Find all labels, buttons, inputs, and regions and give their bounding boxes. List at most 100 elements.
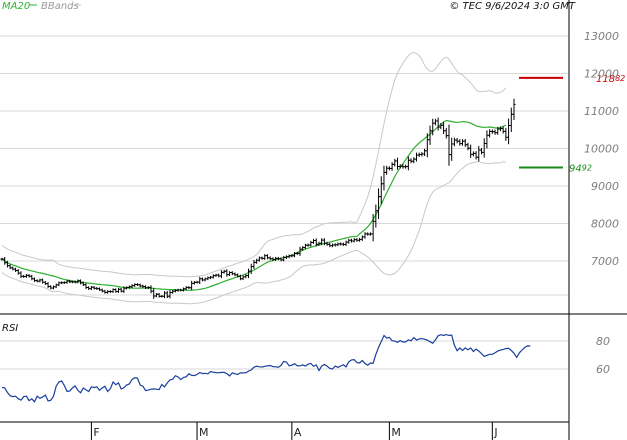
ohlc-bar: [49, 285, 53, 290]
ohlc-bar: [450, 137, 454, 161]
ohlc-bar: [149, 285, 153, 294]
ohlc-bar: [225, 269, 229, 277]
ohlc-bar: [447, 124, 451, 166]
ohlc-bar: [30, 274, 34, 281]
ohlc-bar: [452, 137, 457, 147]
ohlc-bar: [406, 156, 410, 171]
rsi-axis-labels: 60 80: [596, 335, 610, 376]
ohlc-bar: [8, 264, 12, 270]
ohlc-bar: [24, 274, 28, 278]
copyright-timestamp: © TEC 9/6/2024 3:0 GMT: [449, 1, 576, 12]
ohlc-bar: [114, 288, 118, 293]
ohlc-bar: [241, 275, 245, 281]
ohlc-bar: [11, 266, 15, 271]
ohlc-bars: [0, 98, 516, 299]
ohlc-bar: [263, 254, 267, 260]
ohlc-bar: [54, 283, 58, 289]
ohlc-bar: [311, 238, 316, 244]
ohlc-bar: [458, 139, 462, 146]
ohlc-bar: [444, 127, 448, 139]
ohlc-bar: [13, 267, 18, 272]
ohlc-bar: [433, 118, 438, 126]
ohlc-bar: [41, 278, 45, 284]
ohlc-bar: [46, 282, 50, 289]
ohlc-bar: [200, 277, 205, 282]
ohlc-bar: [230, 271, 234, 276]
ohlc-bar: [360, 235, 364, 241]
ohlc-bar: [412, 157, 416, 164]
legend-bbands: BBands: [41, 1, 79, 12]
ohlc-bar: [469, 144, 473, 159]
ohlc-bar: [97, 287, 102, 292]
price-tick-label: 8000: [591, 218, 619, 231]
ohlc-bar: [111, 288, 115, 293]
ohlc-bar: [152, 288, 156, 299]
month-label: M: [391, 426, 401, 439]
price-tick-label: 9000: [591, 180, 619, 193]
ohlc-bar: [51, 285, 56, 290]
ohlc-bar: [347, 238, 351, 244]
ohlc-bar: [485, 130, 489, 149]
ohlc-bar: [479, 148, 484, 155]
ohlc-bar: [32, 277, 37, 282]
ohlc-bar: [103, 289, 107, 294]
stock-chart: 11882 9492 70008000900010000110001200013…: [0, 0, 627, 440]
ohlc-bar: [385, 165, 389, 175]
ohlc-bar: [382, 165, 386, 191]
ohlc-bar: [92, 285, 96, 290]
ohlc-bar: [190, 280, 194, 291]
month-axis-labels: FMAMJ: [90, 422, 498, 440]
ohlc-bar: [38, 278, 42, 283]
ohlc-bar: [87, 286, 91, 290]
ohlc-bar: [463, 139, 467, 147]
ohlc-bar: [219, 270, 224, 279]
ohlc-bar: [133, 283, 137, 287]
ohlc-bar: [414, 152, 419, 162]
ohlc-bar: [119, 287, 123, 293]
ohlc-bar: [471, 151, 475, 157]
price-axis-labels: 7000 8000 9000 10000 11000 12000 13000: [584, 30, 619, 268]
ohlc-bar: [363, 232, 367, 239]
ohlc-bar: [206, 276, 210, 281]
ohlc-bar: [138, 283, 142, 288]
ohlc-bar: [379, 176, 383, 205]
price-tick-label: 13000: [584, 30, 619, 43]
ohlc-bar: [501, 126, 505, 134]
bollinger-upper-band: [1, 51, 507, 278]
ohlc-bar: [493, 129, 497, 135]
month-label: F: [93, 426, 99, 439]
ohlc-bar: [352, 238, 356, 243]
ohlc-bar: [393, 158, 397, 167]
ohlc-bar: [16, 269, 20, 275]
month-label: M: [199, 426, 209, 439]
ohlc-bar: [504, 127, 508, 141]
month-label: J: [493, 426, 497, 439]
ohlc-bar: [168, 290, 172, 299]
ohlc-bar: [344, 240, 348, 246]
ohlc-bar: [423, 148, 427, 156]
ohlc-bar: [116, 287, 121, 293]
ohlc-bar: [222, 269, 226, 274]
ohlc-bar: [441, 122, 446, 134]
ohlc-bar: [309, 240, 313, 247]
ohlc-bar: [198, 276, 202, 285]
month-label: A: [294, 426, 302, 439]
ohlc-bar: [171, 289, 175, 294]
ohlc-bar: [19, 271, 23, 279]
ohlc-bar: [100, 288, 104, 293]
ohlc-bar: [488, 129, 492, 138]
price-tick-label: 7000: [591, 255, 619, 268]
rsi-line: [1, 333, 531, 403]
ohlc-bar: [512, 98, 516, 120]
price-tick-label: 10000: [584, 143, 619, 156]
ohlc-bar: [328, 242, 332, 248]
ohlc-bar: [482, 138, 486, 158]
ohlc-bar: [460, 139, 465, 146]
rsi-tick-label: 80: [596, 335, 610, 348]
ohlc-bar: [436, 117, 440, 131]
support-label: 9492: [569, 164, 592, 175]
ohlc-bar: [455, 137, 459, 144]
ohlc-bar: [265, 254, 270, 260]
ohlc-bar: [211, 274, 215, 279]
price-tick-label: 12000: [584, 68, 619, 81]
